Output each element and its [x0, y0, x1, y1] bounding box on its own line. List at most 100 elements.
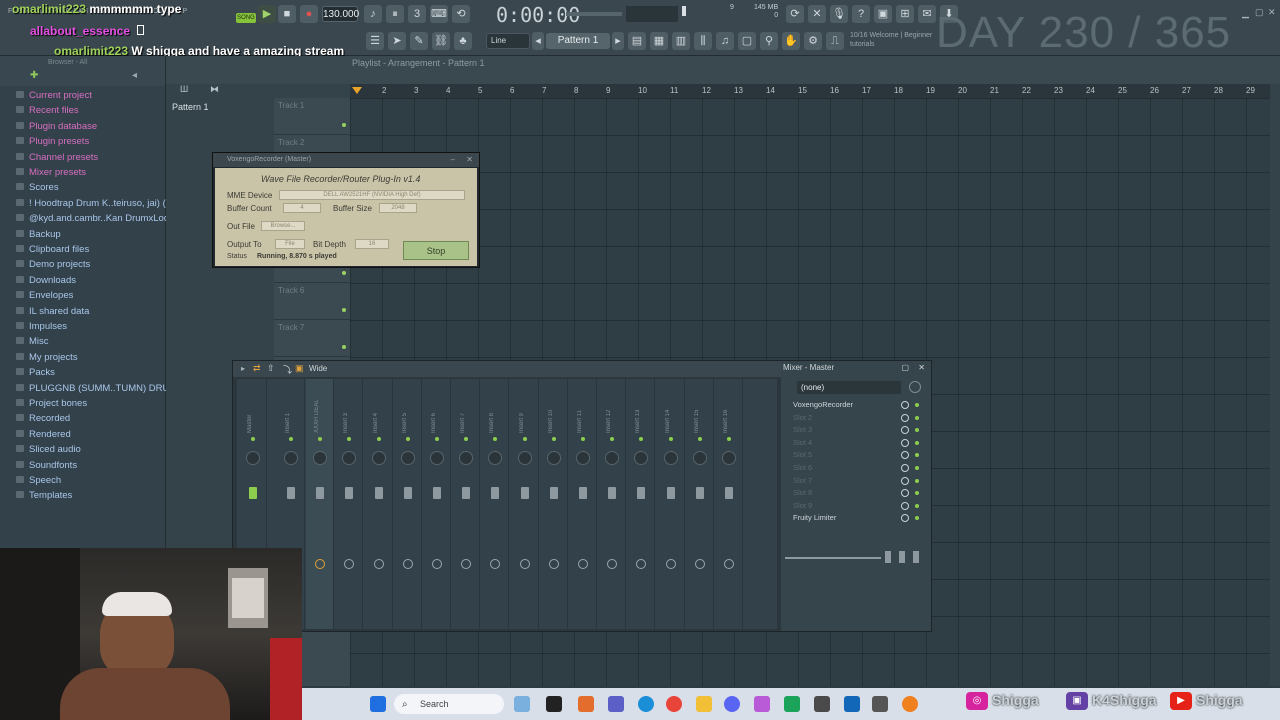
playlist-icon[interactable]: ☰ — [366, 32, 384, 50]
save-icon[interactable]: ▣ — [874, 5, 892, 23]
mixer-strip[interactable]: Insert 3 — [335, 379, 364, 629]
volume-fader[interactable] — [520, 487, 529, 499]
mixer-strip[interactable]: Insert 5 — [394, 379, 422, 629]
eq-curve[interactable] — [785, 557, 881, 559]
browser-item[interactable]: Impulses — [16, 321, 67, 332]
send-switch[interactable] — [636, 559, 647, 569]
mixer-view-mode[interactable]: Wide — [309, 364, 327, 373]
pattern-next-icon[interactable]: ▸ — [612, 32, 624, 50]
photos-icon[interactable] — [844, 696, 860, 712]
browser-item[interactable]: Plugin database — [16, 121, 97, 132]
mixer-close-icon[interactable]: ✕ — [918, 363, 925, 372]
volume-fader[interactable] — [695, 487, 704, 499]
mixer-strip-led[interactable] — [318, 437, 323, 441]
slot-enable-led[interactable] — [915, 503, 919, 508]
effect-slot[interactable]: VoxengoRecorder — [785, 399, 921, 411]
mixer-strip[interactable]: Insert 7 — [452, 379, 481, 629]
pattern-select[interactable]: Pattern 1 — [546, 33, 610, 49]
browser-item[interactable]: Plugin presets — [16, 136, 89, 147]
snap-select[interactable]: Line — [486, 33, 530, 49]
mixer-strip-led[interactable] — [727, 437, 731, 441]
copilot-icon[interactable] — [578, 696, 594, 712]
song-mode-toggle[interactable]: SONG — [236, 13, 256, 23]
mix-level-knob[interactable] — [901, 426, 909, 435]
mix-level-knob[interactable] — [901, 451, 909, 460]
send-switch[interactable] — [665, 559, 676, 569]
volume-fader[interactable] — [666, 487, 675, 499]
microphone-icon[interactable]: 🎙 — [830, 5, 848, 23]
pan-knob[interactable] — [722, 451, 736, 465]
mixer-strip-led[interactable] — [289, 437, 293, 441]
buffer-count-field[interactable]: 4 — [283, 203, 321, 213]
link-icon[interactable]: ⛓ — [432, 32, 450, 50]
arrow-icon[interactable]: ➤ — [388, 32, 406, 50]
stop-icon[interactable]: ■ — [278, 5, 296, 23]
obs-icon[interactable] — [814, 696, 830, 712]
browser-item[interactable]: Downloads — [16, 275, 76, 286]
slot-enable-led[interactable] — [915, 428, 919, 433]
stop-button[interactable]: Stop — [403, 241, 469, 260]
browser-item[interactable]: ! Hoodtrap Drum K..teiruso, jai) (2) — [16, 198, 174, 209]
pan-knob[interactable] — [634, 451, 649, 465]
metronome-icon[interactable]: ♪ — [364, 5, 382, 23]
volume-fader[interactable] — [637, 487, 646, 499]
news-panel[interactable]: 10/16 Welcome | Beginner tutorials — [850, 31, 932, 49]
tempo-tap-icon[interactable]: ♫ — [716, 32, 734, 50]
mixer-strip[interactable]: Insert 12 — [598, 379, 627, 629]
browser-item[interactable]: Rendered — [16, 429, 71, 440]
browser-item[interactable]: IL shared data — [16, 306, 89, 317]
mixer-strip[interactable]: Insert 9 — [511, 379, 539, 629]
panic-icon[interactable]: ✕ — [808, 5, 826, 23]
refresh-icon[interactable]: ⟳ — [786, 5, 804, 23]
track-header[interactable]: Track 6 — [274, 283, 350, 320]
mixer-strip[interactable]: Insert 16 — [715, 379, 743, 629]
output-to-select[interactable]: File — [275, 239, 305, 249]
mix-level-knob[interactable] — [901, 476, 909, 485]
volume-fader[interactable] — [579, 487, 587, 499]
send-switch[interactable] — [724, 559, 734, 569]
mixer-maximize-icon[interactable]: ▢ — [901, 363, 909, 372]
mixer-strip-led[interactable] — [668, 437, 673, 441]
stamp-icon[interactable]: ♣ — [454, 32, 472, 50]
slot-enable-led[interactable] — [915, 516, 919, 521]
piano-roll-icon[interactable]: ▦ — [650, 32, 668, 50]
file-explorer-icon[interactable] — [696, 696, 712, 712]
browser-item[interactable]: My projects — [16, 352, 78, 363]
recorder-titlebar[interactable]: VoxengoRecorder (Master) – ✕ — [213, 153, 479, 167]
mixer-strip-led[interactable] — [610, 437, 615, 441]
volume-fader[interactable] — [403, 487, 412, 499]
slot-enable-led[interactable] — [915, 491, 919, 496]
track-header[interactable]: Track 7 — [274, 320, 350, 357]
volume-fader[interactable] — [608, 487, 617, 499]
browser-item[interactable]: Backup — [16, 229, 61, 240]
close-icon[interactable]: ✕ — [1268, 7, 1276, 18]
pan-knob[interactable] — [692, 451, 707, 465]
mixer-strip[interactable]: Insert 14 — [657, 379, 685, 629]
pan-knob[interactable] — [284, 451, 298, 465]
channel-rack-icon[interactable]: ▥ — [672, 32, 690, 50]
browser-item[interactable]: Current project — [16, 90, 92, 101]
teams-icon[interactable] — [608, 696, 624, 712]
eq-fader-low[interactable] — [885, 551, 891, 563]
slot-enable-led[interactable] — [915, 403, 919, 407]
edge-icon[interactable] — [638, 696, 654, 712]
pan-knob[interactable] — [605, 451, 620, 465]
timeline-ruler[interactable]: 2 3 4 5 6 7 8 9 10 11 12 13 14 15 16 17 18 19 20 21 22 23 24 25… — [350, 84, 1270, 98]
play-icon[interactable]: ▶ — [258, 5, 276, 23]
playhead-marker[interactable] — [352, 87, 362, 94]
volume-fader[interactable] — [462, 487, 471, 499]
browser-item[interactable]: Speech — [16, 475, 61, 486]
volume-fader[interactable] — [316, 487, 325, 499]
touch-keyboard-icon[interactable]: ✋ — [782, 32, 800, 50]
send-switch[interactable] — [607, 559, 618, 569]
recorder-close-icon[interactable]: ✕ — [466, 153, 473, 167]
mix-level-knob[interactable] — [901, 401, 909, 409]
xbox-icon[interactable] — [784, 696, 800, 712]
settings-icon[interactable] — [872, 696, 888, 712]
browser-item[interactable]: Misc — [16, 336, 49, 347]
send-switch[interactable] — [402, 559, 413, 569]
midi-icon[interactable]: ⎍ — [826, 32, 844, 50]
mixer-strip-led[interactable] — [405, 437, 410, 441]
pan-knob[interactable] — [663, 451, 678, 465]
browser-item[interactable]: Demo projects — [16, 259, 90, 270]
